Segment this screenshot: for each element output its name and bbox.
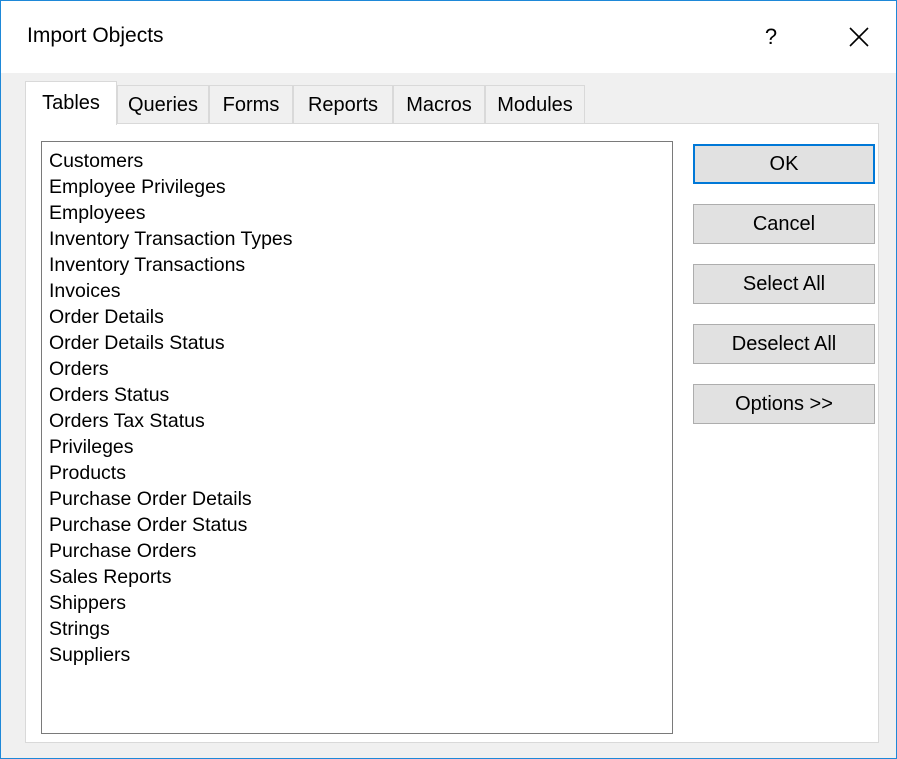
tab-macros[interactable]: Macros xyxy=(393,85,485,123)
list-item[interactable]: Inventory Transactions xyxy=(49,252,672,278)
tab-tables[interactable]: Tables xyxy=(25,81,117,125)
list-item[interactable]: Purchase Order Status xyxy=(49,512,672,538)
close-button[interactable] xyxy=(839,19,879,55)
tab-forms[interactable]: Forms xyxy=(209,85,293,123)
tab-queries[interactable]: Queries xyxy=(117,85,209,123)
list-item[interactable]: Orders Status xyxy=(49,382,672,408)
list-item[interactable]: Purchase Order Details xyxy=(49,486,672,512)
list-item[interactable]: Invoices xyxy=(49,278,672,304)
list-item[interactable]: Customers xyxy=(49,148,672,174)
select-all-button[interactable]: Select All xyxy=(693,264,875,304)
list-item[interactable]: Products xyxy=(49,460,672,486)
tab-modules[interactable]: Modules xyxy=(485,85,585,123)
list-item[interactable]: Order Details Status xyxy=(49,330,672,356)
list-item[interactable]: Employee Privileges xyxy=(49,174,672,200)
cancel-button[interactable]: Cancel xyxy=(693,204,875,244)
deselect-all-button[interactable]: Deselect All xyxy=(693,324,875,364)
dialog-title: Import Objects xyxy=(27,24,164,47)
list-item[interactable]: Strings xyxy=(49,616,672,642)
tab-reports[interactable]: Reports xyxy=(293,85,393,123)
close-icon xyxy=(849,27,869,47)
objects-listbox[interactable]: Customers Employee Privileges Employees … xyxy=(41,141,673,734)
list-item[interactable]: Shippers xyxy=(49,590,672,616)
list-item[interactable]: Orders Tax Status xyxy=(49,408,672,434)
list-item[interactable]: Order Details xyxy=(49,304,672,330)
title-bar[interactable]: Import Objects ? xyxy=(1,1,896,73)
import-objects-dialog: Import Objects ? Tables Queries Forms Re… xyxy=(0,0,897,759)
ok-button[interactable]: OK xyxy=(693,144,875,184)
list-item[interactable]: Privileges xyxy=(49,434,672,460)
objects-list: Customers Employee Privileges Employees … xyxy=(42,142,672,668)
options-button[interactable]: Options >> xyxy=(693,384,875,424)
list-item[interactable]: Sales Reports xyxy=(49,564,672,590)
help-button[interactable]: ? xyxy=(753,19,789,55)
list-item[interactable]: Employees xyxy=(49,200,672,226)
list-item[interactable]: Purchase Orders xyxy=(49,538,672,564)
list-item[interactable]: Inventory Transaction Types xyxy=(49,226,672,252)
list-item[interactable]: Suppliers xyxy=(49,642,672,668)
list-item[interactable]: Orders xyxy=(49,356,672,382)
